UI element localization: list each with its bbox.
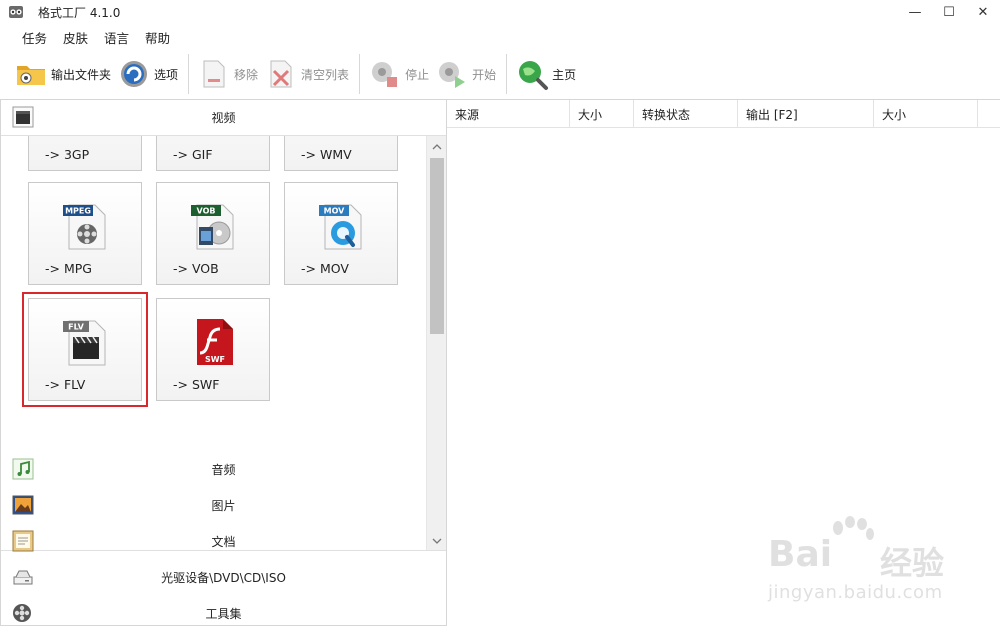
tile-label: -> SWF xyxy=(173,377,220,392)
tile-gif[interactable]: -> GIF xyxy=(156,136,270,171)
tile-label: -> 3GP xyxy=(45,147,90,162)
tile-mov[interactable]: MOV -> MOV xyxy=(284,182,398,285)
category-video-label: 视频 xyxy=(211,110,236,125)
output-folder-button[interactable]: 输出文件夹 xyxy=(14,54,111,94)
flv-file-icon: FLV xyxy=(63,320,106,366)
quicktime-file-icon: MOV xyxy=(319,204,362,250)
tile-label: -> GIF xyxy=(173,147,213,162)
watermark-cn: 经验 xyxy=(880,544,945,582)
category-document-label: 文档 xyxy=(211,534,236,549)
baidu-watermark: Bai 经验 jingyan.baidu.com xyxy=(762,516,962,616)
remove-button[interactable]: 移除 xyxy=(197,54,258,94)
remove-label: 移除 xyxy=(234,67,259,82)
column-source[interactable]: 来源 xyxy=(447,100,570,128)
tile-label: -> MOV xyxy=(301,261,349,276)
svg-text:VOB: VOB xyxy=(197,207,216,216)
folder-icon xyxy=(17,66,45,85)
clear-list-button[interactable]: 清空列表 xyxy=(264,54,349,94)
start-button[interactable]: 开始 xyxy=(435,54,496,94)
tile-label: -> FLV xyxy=(45,377,86,392)
category-picture-label: 图片 xyxy=(211,498,236,513)
tile-mpg[interactable]: MPEG -> MPG xyxy=(28,182,142,285)
category-rom-device-label: 光驱设备\DVD\CD\ISO xyxy=(161,570,286,585)
start-label: 开始 xyxy=(472,67,497,82)
column-output[interactable]: 输出 [F2] xyxy=(738,100,874,128)
globe-search-icon xyxy=(519,61,549,90)
paw-logo-icon xyxy=(833,516,874,540)
column-output-size[interactable]: 大小 xyxy=(874,100,978,128)
svg-text:MPEG: MPEG xyxy=(65,207,91,216)
category-video[interactable]: 视频 xyxy=(1,100,446,134)
picture-icon xyxy=(12,495,34,515)
toolbar-separator xyxy=(506,54,508,94)
tile-3gp[interactable]: -> 3GP xyxy=(28,136,142,171)
film-clapper-icon xyxy=(12,106,34,128)
home-label: 主页 xyxy=(552,67,577,82)
output-folder-label: 输出文件夹 xyxy=(51,67,112,82)
vob-file-icon: VOB xyxy=(191,204,234,250)
chevron-up-icon[interactable] xyxy=(430,140,444,154)
home-button[interactable]: 主页 xyxy=(515,54,576,94)
maximize-button[interactable]: ☐ xyxy=(932,0,966,24)
options-button[interactable]: 选项 xyxy=(117,54,178,94)
music-note-icon xyxy=(12,458,34,480)
tile-swf[interactable]: SWF -> SWF xyxy=(156,298,270,401)
menu-help[interactable]: 帮助 xyxy=(137,28,178,47)
stop-icon xyxy=(372,62,398,87)
watermark-brand: Bai xyxy=(768,534,833,575)
mpeg-file-icon: MPEG xyxy=(63,204,106,250)
category-panel: 视频 -> 3GP -> GIF -> WMV MPEG -> MPG VOB … xyxy=(0,99,447,626)
category-audio[interactable]: 音频 xyxy=(1,452,446,486)
app-logo-icon xyxy=(9,6,23,18)
task-list-header: 来源 大小 转换状态 输出 [F2] 大小 xyxy=(447,100,1000,128)
watermark-url: jingyan.baidu.com xyxy=(768,582,943,603)
menu-language[interactable]: 语言 xyxy=(96,28,137,47)
svg-text:SWF: SWF xyxy=(205,355,225,364)
close-button[interactable]: ✕ xyxy=(966,0,1000,24)
column-status[interactable]: 转换状态 xyxy=(634,100,738,128)
tile-label: -> MPG xyxy=(45,261,92,276)
window-title: 格式工厂 4.1.0 xyxy=(38,5,121,20)
gear-icon xyxy=(121,61,148,87)
menu-skin[interactable]: 皮肤 xyxy=(55,28,96,47)
svg-text:MOV: MOV xyxy=(324,207,346,216)
minimize-button[interactable]: — xyxy=(898,0,932,24)
start-icon xyxy=(439,62,466,88)
scrollbar-thumb[interactable] xyxy=(430,158,444,334)
tile-label: -> WMV xyxy=(301,147,352,162)
tile-flv[interactable]: FLV -> FLV xyxy=(22,292,148,407)
clear-list-label: 清空列表 xyxy=(301,67,350,82)
svg-text:FLV: FLV xyxy=(68,323,84,332)
category-rom-device[interactable]: 光驱设备\DVD\CD\ISO xyxy=(1,560,446,594)
category-document[interactable]: 文档 xyxy=(1,524,446,558)
tools-reel-icon xyxy=(13,604,31,622)
options-label: 选项 xyxy=(154,67,179,82)
category-tools[interactable]: 工具集 xyxy=(1,596,446,626)
clear-list-icon xyxy=(270,60,292,88)
toolbar-separator xyxy=(188,54,190,94)
tile-wmv[interactable]: -> WMV xyxy=(284,136,398,171)
category-audio-label: 音频 xyxy=(211,462,236,477)
tile-label: -> VOB xyxy=(173,261,219,276)
menu-task[interactable]: 任务 xyxy=(14,28,55,47)
disc-drive-icon xyxy=(13,570,33,585)
tile-vob[interactable]: VOB -> VOB xyxy=(156,182,270,285)
toolbar-separator xyxy=(359,54,361,94)
category-picture[interactable]: 图片 xyxy=(1,488,446,522)
column-size[interactable]: 大小 xyxy=(570,100,634,128)
title-bar: 格式工厂 4.1.0 — ☐ ✕ xyxy=(0,0,1000,24)
flash-file-icon: SWF xyxy=(197,319,233,365)
remove-document-icon xyxy=(203,60,225,88)
stop-label: 停止 xyxy=(405,67,430,82)
category-tools-label: 工具集 xyxy=(205,606,242,621)
menu-bar: 任务 皮肤 语言 帮助 xyxy=(0,26,178,48)
document-icon xyxy=(12,530,34,552)
toolbar: 输出文件夹 选项 移除 清空列表 停止 开始 主页 xyxy=(0,50,1000,98)
stop-button[interactable]: 停止 xyxy=(368,54,429,94)
